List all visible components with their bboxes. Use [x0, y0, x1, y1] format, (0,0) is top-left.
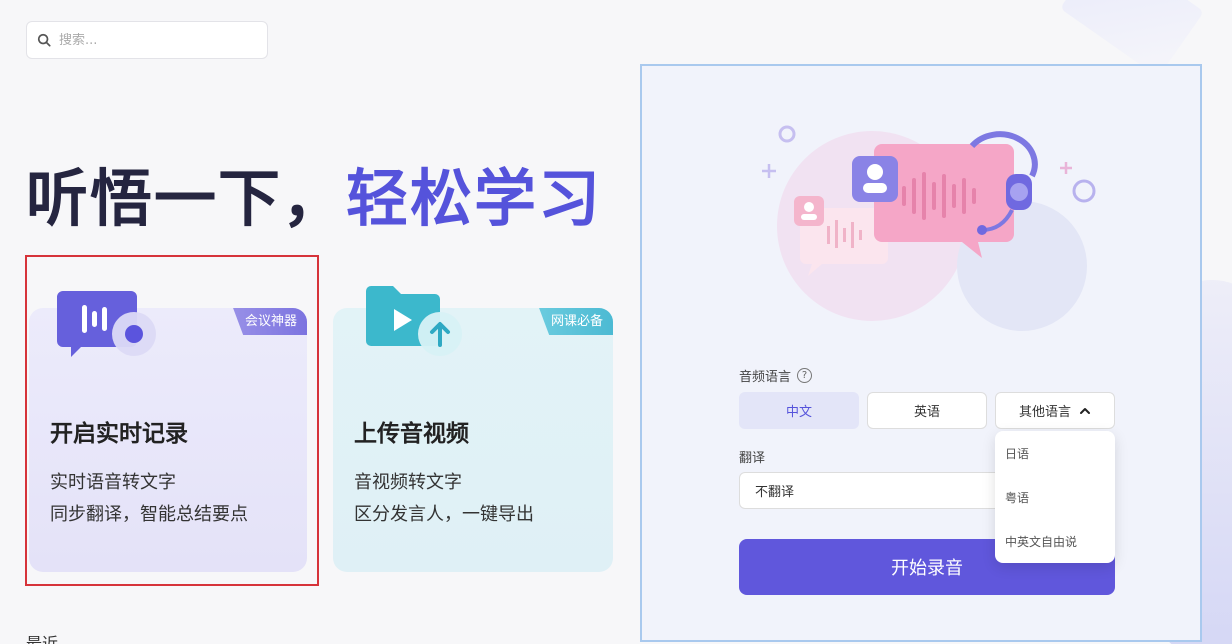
dropdown-item-cantonese[interactable]: 粤语 [1005, 489, 1029, 506]
card-title: 上传音视频 [354, 421, 469, 447]
page-title: 听悟一下，轻松学习 [26, 148, 602, 238]
podcast-illustration [762, 125, 1096, 331]
title-part-1: 听悟一下， [26, 162, 347, 235]
search-input[interactable] [59, 32, 249, 48]
dropdown-item-japanese[interactable]: 日语 [1005, 445, 1029, 462]
card-description: 区分发言人，一键导出 [354, 504, 534, 525]
title-part-2: 轻松学习 [346, 162, 603, 235]
upload-video-folder-icon [366, 286, 462, 356]
search-icon [37, 33, 51, 47]
audio-language-text: 音频语言 [739, 370, 792, 385]
dropdown-item-mixed-chinese-english[interactable]: 中英文自由说 [1005, 533, 1077, 550]
help-icon[interactable]: ? [797, 368, 813, 383]
card-badge: 网课必备 [539, 308, 613, 335]
recent-section-title: 最近 [26, 634, 59, 644]
language-option-chinese[interactable]: 中文 [739, 392, 859, 429]
chevron-up-icon [1080, 407, 1090, 414]
search-box[interactable] [26, 21, 268, 59]
card-description: 音视频转文字 [354, 472, 462, 493]
recording-panel: 音频语言 ? 中文 英语 其他语言 翻译 不翻译 开始录音 日语 粤语 中英文自… [640, 64, 1202, 642]
language-dropdown-menu: 日语 粤语 中英文自由说 [995, 431, 1115, 563]
translate-label: 翻译 [739, 451, 766, 466]
selection-highlight [25, 255, 319, 586]
audio-language-label: 音频语言 ? [739, 366, 813, 385]
other-language-label: 其他语言 [1018, 405, 1071, 420]
language-option-english[interactable]: 英语 [867, 392, 987, 429]
language-option-other[interactable]: 其他语言 [995, 392, 1115, 429]
translate-value: 不翻译 [755, 485, 795, 500]
